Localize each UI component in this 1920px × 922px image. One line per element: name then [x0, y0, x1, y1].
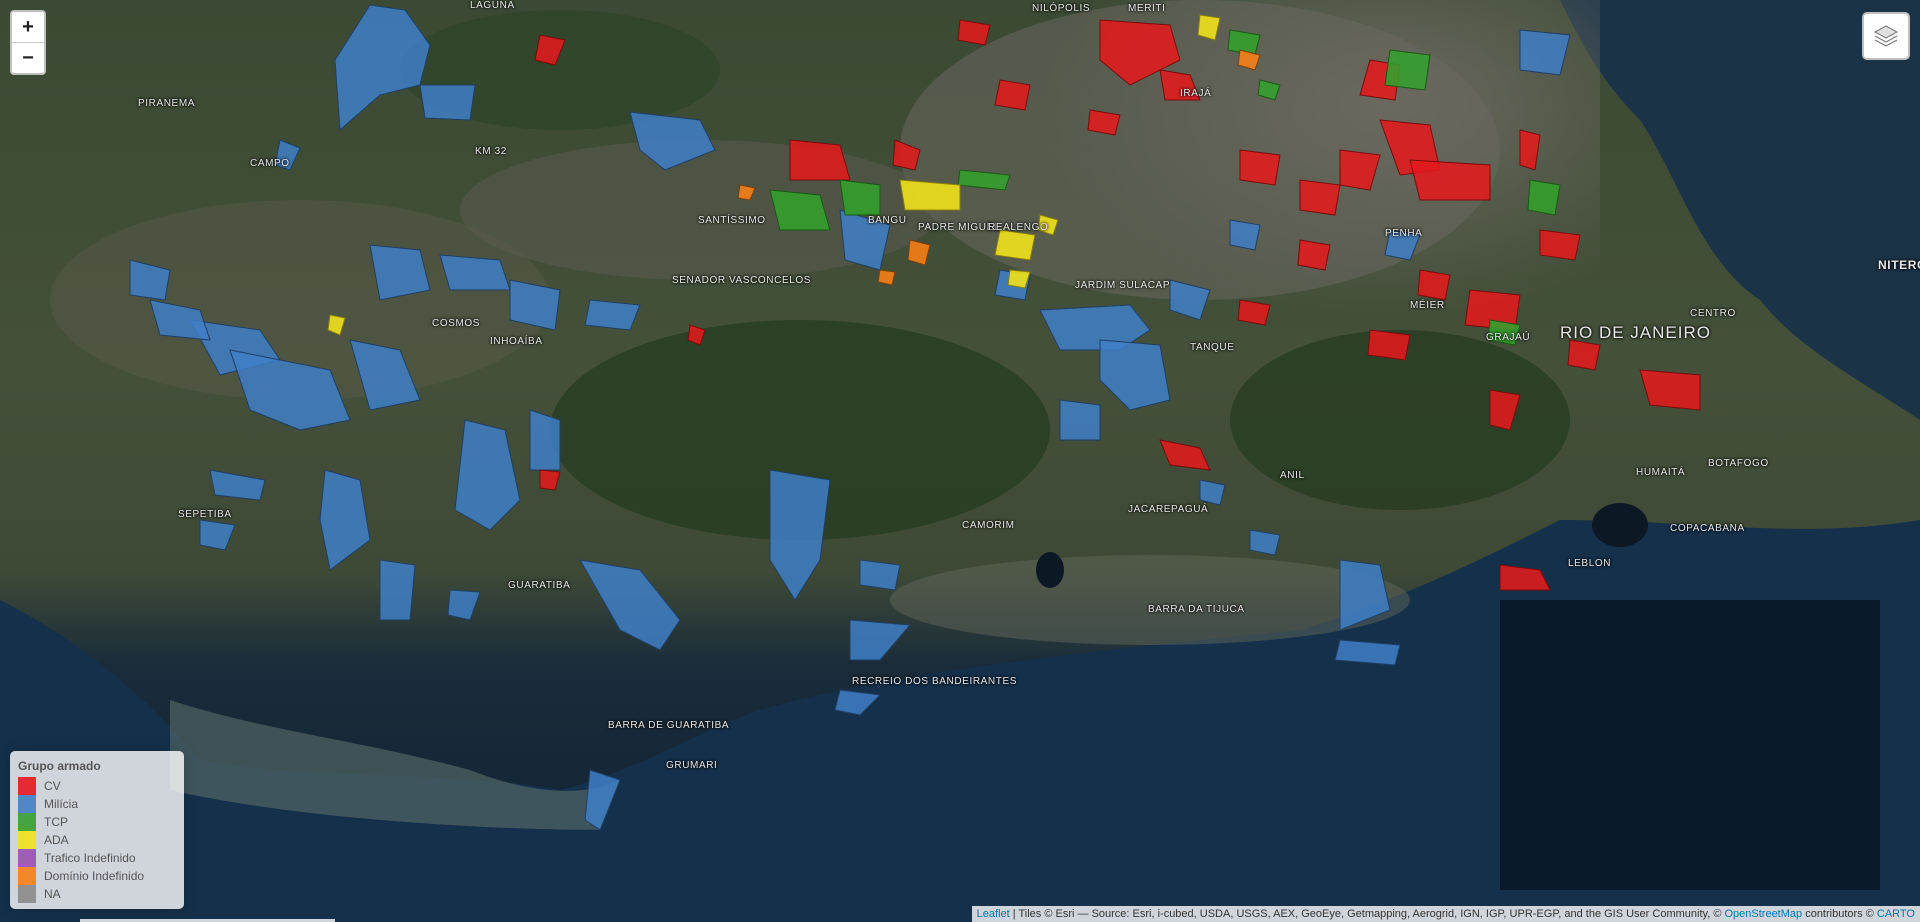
legend-item: Domínio Indefinido	[18, 867, 174, 885]
legend-swatch	[18, 795, 36, 813]
legend-swatch	[18, 813, 36, 831]
carto-link[interactable]: CARTO	[1877, 908, 1915, 920]
layers-icon	[1873, 25, 1899, 47]
legend: Grupo armado CV Milícia TCP ADA Trafico Inde…	[10, 751, 184, 909]
legend-item-label: TCP	[44, 815, 68, 829]
legend-items: CV Milícia TCP ADA Trafico Indefinido Domínio…	[18, 777, 174, 903]
attribution-tiles-text: | Tiles © Esri — Source: Esri, i-cubed, …	[1009, 908, 1725, 920]
satellite-map[interactable]: Nilópolis Meriti Laguna Piranema Campo K…	[0, 0, 1920, 922]
layers-control-button[interactable]	[1862, 12, 1910, 60]
legend-swatch	[18, 867, 36, 885]
legend-item-label: Trafico Indefinido	[44, 851, 136, 865]
legend-swatch	[18, 831, 36, 849]
leaflet-link[interactable]: Leaflet	[977, 908, 1010, 920]
legend-item: NA	[18, 885, 174, 903]
legend-swatch	[18, 777, 36, 795]
osm-link[interactable]: OpenStreetMap	[1724, 908, 1802, 920]
legend-item: Trafico Indefinido	[18, 849, 174, 867]
attribution-contributors-text: contributors ©	[1802, 908, 1877, 920]
legend-item: ADA	[18, 831, 174, 849]
zoom-in-button[interactable]: +	[12, 12, 44, 43]
legend-item-label: Domínio Indefinido	[44, 869, 145, 883]
legend-item-label: CV	[44, 779, 61, 793]
legend-swatch	[18, 849, 36, 867]
legend-item: Milícia	[18, 795, 174, 813]
zoom-control: + −	[10, 10, 46, 75]
bay	[1560, 0, 1920, 420]
dark-ocean-tile	[1500, 600, 1880, 890]
map-base-layer	[0, 0, 1920, 922]
legend-item: CV	[18, 777, 174, 795]
legend-swatch	[18, 885, 36, 903]
legend-item-label: Milícia	[44, 797, 79, 811]
legend-item-label: ADA	[44, 833, 69, 847]
legend-item-label: NA	[44, 887, 61, 901]
zoom-out-button[interactable]: −	[12, 43, 44, 73]
legend-title: Grupo armado	[18, 759, 101, 773]
attribution: Leaflet | Tiles © Esri — Source: Esri, i…	[971, 906, 1920, 922]
legend-item: TCP	[18, 813, 174, 831]
